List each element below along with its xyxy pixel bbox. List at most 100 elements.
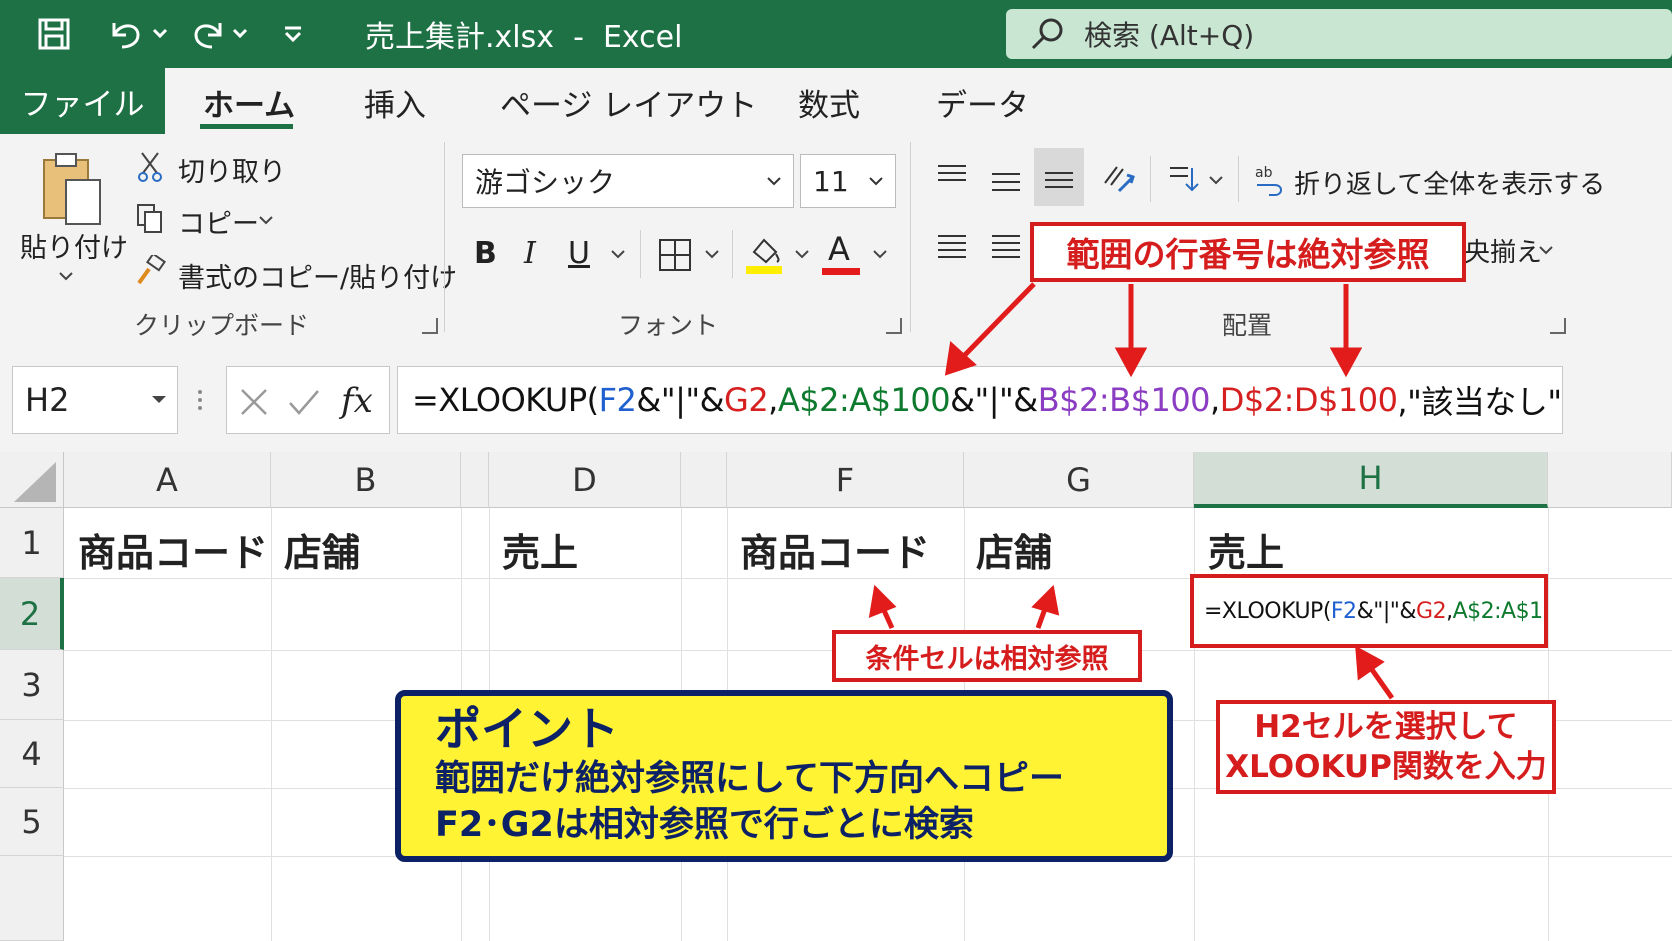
column-header-h[interactable]: H: [1194, 452, 1548, 508]
cell-h1[interactable]: 売上: [1208, 522, 1284, 577]
font-dialog-launcher-icon[interactable]: [886, 318, 902, 334]
search-box[interactable]: 検索 (Alt+Q): [1006, 9, 1672, 59]
copy-button[interactable]: コピー: [178, 202, 259, 241]
alignment-dialog-launcher-icon[interactable]: [1550, 318, 1566, 334]
formula-input[interactable]: =XLOOKUP(F2 &"|"& G2, A$2:A$100 &"|"& B$2:B$1…: [397, 366, 1563, 434]
italic-button[interactable]: I: [524, 236, 536, 271]
window-title: 売上集計.xlsx - Excel: [365, 20, 683, 55]
orientation-icon[interactable]: [1098, 158, 1138, 198]
tab-data[interactable]: データ: [936, 80, 1029, 125]
merge-center-dropdown-chevron-icon[interactable]: [1536, 240, 1556, 260]
tab-formulas[interactable]: 数式: [798, 80, 860, 125]
column-header-b[interactable]: B: [271, 452, 461, 508]
format-painter-button[interactable]: 書式のコピー/貼り付け: [178, 256, 457, 295]
column-header-d[interactable]: D: [489, 452, 681, 508]
wrap-text-icon[interactable]: ab: [1252, 160, 1288, 198]
column-header-f[interactable]: F: [727, 452, 964, 508]
cell-h2-formula-segment: G2: [1416, 598, 1447, 624]
paste-icon[interactable]: [34, 148, 108, 232]
font-size-combo[interactable]: 11: [800, 154, 896, 208]
tab-page-layout[interactable]: ページ レイアウト: [500, 80, 757, 125]
name-box-dropdown-icon[interactable]: [151, 395, 167, 405]
font-color-button[interactable]: A: [828, 230, 850, 268]
clipboard-dialog-launcher-icon[interactable]: [422, 318, 438, 334]
align-left-icon[interactable]: [934, 230, 970, 266]
merge-center-button[interactable]: 央揃え: [1464, 232, 1542, 269]
bold-button[interactable]: B: [474, 236, 497, 271]
chevron-down-icon: [869, 177, 883, 186]
tab-home[interactable]: ホーム: [203, 80, 295, 125]
formula-segment: A$2:A$100: [777, 381, 951, 419]
callout-absolute-rows: 範囲の行番号は絶対参照: [1030, 222, 1466, 282]
formula-bar-resize-handle[interactable]: [196, 386, 204, 414]
wrap-text-button[interactable]: 折り返して全体を表示する: [1294, 164, 1605, 201]
svg-text:ab: ab: [1255, 165, 1273, 181]
point-box: ポイント 範囲だけ絶対参照にして下方向へコピー F2･G2は相対参照で行ごとに検…: [395, 690, 1173, 862]
borders-dropdown-chevron-icon[interactable]: [702, 244, 722, 264]
tab-insert[interactable]: 挿入: [364, 80, 426, 125]
text-direction-dropdown-chevron-icon[interactable]: [1206, 170, 1226, 190]
cell-d1[interactable]: 売上: [502, 522, 578, 577]
insert-function-button[interactable]: fx: [341, 381, 373, 421]
column-header-a[interactable]: A: [64, 452, 271, 508]
cell-h2-formula-segment: F2: [1330, 598, 1357, 624]
borders-icon[interactable]: [656, 236, 694, 274]
fill-color-dropdown-chevron-icon[interactable]: [792, 244, 812, 264]
select-all-button[interactable]: [0, 452, 64, 508]
enter-check-icon[interactable]: [287, 387, 321, 417]
column-header-hidden[interactable]: [681, 452, 727, 508]
formula-segment: B$2:B$100: [1037, 381, 1211, 419]
cell-g1[interactable]: 店舗: [976, 522, 1052, 577]
formula-segment: ,"該当なし"): [1397, 383, 1563, 421]
row-header-6[interactable]: [0, 856, 64, 941]
alignment-group-label: 配置: [1222, 311, 1273, 340]
fill-color-icon[interactable]: [744, 232, 784, 276]
paste-dropdown-chevron-icon[interactable]: [56, 266, 76, 286]
font-name-combo[interactable]: 游ゴシック: [462, 154, 794, 208]
customize-quick-access-icon[interactable]: [278, 14, 308, 54]
cell-f1[interactable]: 商品コード: [740, 522, 930, 577]
paste-button[interactable]: 貼り付け: [20, 226, 128, 265]
align-bottom-icon[interactable]: [1034, 148, 1084, 206]
callout-select-h2-line2: XLOOKUP関数を入力: [1225, 749, 1547, 785]
formula-segment: F2: [598, 381, 637, 419]
column-header-g[interactable]: G: [964, 452, 1194, 508]
tab-file[interactable]: ファイル: [0, 68, 165, 134]
save-icon[interactable]: [34, 14, 74, 54]
row-header-3[interactable]: 3: [0, 650, 64, 720]
callout-select-h2: H2セルを選択して XLOOKUP関数を入力: [1216, 700, 1556, 794]
row-header-4[interactable]: 4: [0, 720, 64, 788]
copy-dropdown-chevron-icon[interactable]: [256, 210, 276, 230]
undo-icon[interactable]: [104, 14, 174, 54]
cell-a1[interactable]: 商品コード: [78, 522, 268, 577]
font-color-dropdown-chevron-icon[interactable]: [870, 244, 890, 264]
copy-icon: [134, 202, 166, 236]
format-painter-icon: [134, 254, 168, 288]
cancel-x-icon[interactable]: [239, 387, 269, 417]
clipboard-group-label: クリップボード: [134, 311, 310, 340]
column-header-hidden[interactable]: [461, 452, 489, 508]
row-header-5[interactable]: 5: [0, 788, 64, 856]
point-title: ポイント: [435, 702, 619, 756]
row-header-1[interactable]: 1: [0, 508, 64, 578]
align-center-icon[interactable]: [988, 230, 1024, 266]
cell-h2-formula-segment: A$2:A$100&: [1452, 598, 1544, 624]
underline-button[interactable]: U: [568, 236, 590, 271]
text-direction-icon[interactable]: [1164, 160, 1202, 198]
align-middle-icon[interactable]: [988, 164, 1024, 200]
callout-select-h2-line1: H2セルを選択して: [1254, 709, 1518, 745]
underline-dropdown-chevron-icon[interactable]: [608, 244, 628, 264]
formula-bar-area: H2 fx =XLOOKUP(F2 &"|"& G2, A$2:A$100 &"|"& B…: [0, 344, 1672, 452]
cell-b1[interactable]: 店舗: [284, 522, 360, 577]
separator: [732, 230, 733, 278]
point-line-1: 範囲だけ絶対参照にして下方向へコピー: [435, 759, 1064, 799]
redo-icon[interactable]: [188, 14, 258, 54]
cell-h2-selected[interactable]: =XLOOKUP(F2&"|"&G2,A$2:A$100&: [1190, 574, 1548, 648]
cut-button[interactable]: 切り取り: [178, 150, 286, 189]
formula-segment: &"|"&: [636, 381, 725, 419]
column-header-next[interactable]: [1548, 452, 1672, 508]
name-box[interactable]: H2: [12, 366, 178, 434]
chevron-down-icon: [767, 177, 781, 186]
row-header-2[interactable]: 2: [0, 578, 64, 650]
align-top-icon[interactable]: [934, 158, 970, 194]
